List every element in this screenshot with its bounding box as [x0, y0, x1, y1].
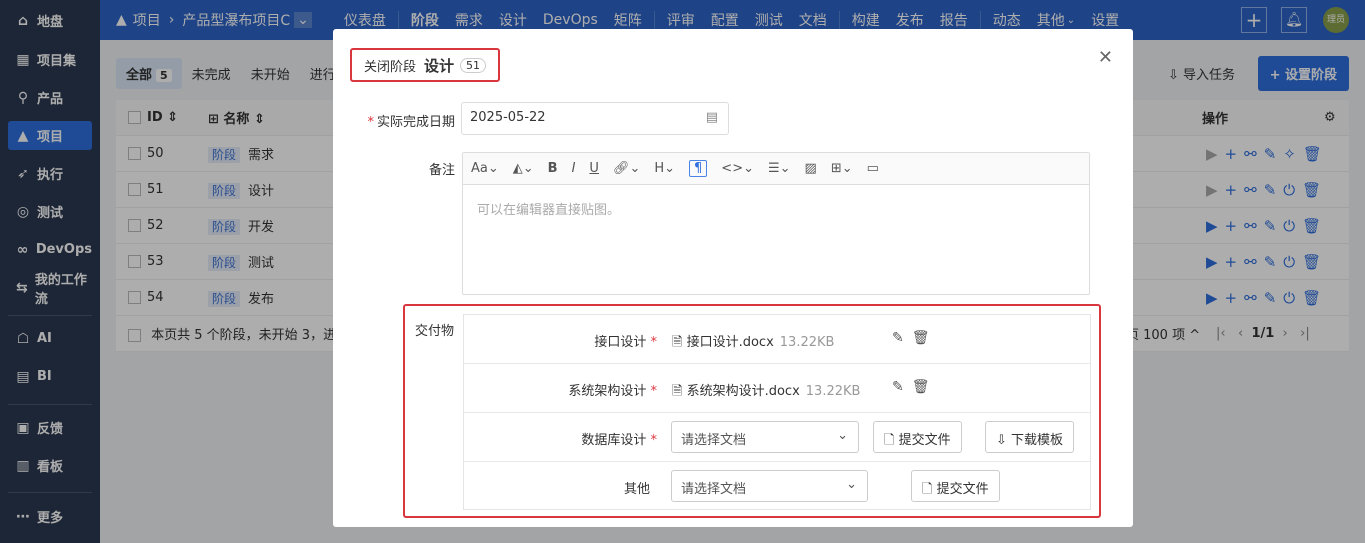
deliverable-row: 其他 请选择文档 ⌄ 🗋 提交文件	[464, 462, 1090, 511]
file-link[interactable]: 接口设计.docx	[687, 335, 774, 350]
image-icon[interactable]: ▨	[805, 161, 817, 176]
edit-icon[interactable]: ✎	[892, 379, 912, 395]
submit-file-button[interactable]: 🗋 提交文件	[873, 421, 962, 453]
document-select[interactable]: 请选择文档 ⌄	[671, 421, 859, 453]
download-icon: ⇩	[996, 433, 1012, 448]
note-label: 备注	[428, 163, 455, 178]
italic-icon[interactable]: I	[572, 161, 576, 176]
trash-icon[interactable]: 🗑︎	[912, 379, 938, 395]
color-icon[interactable]: ◭⌄	[513, 161, 534, 176]
download-template-button[interactable]: ⇩ 下载模板	[985, 421, 1075, 453]
finish-date-input[interactable]: 2025-05-22 ▤	[461, 102, 729, 135]
close-stage-modal: 关闭阶段 设计 51 ✕ * 实际完成日期 2025-05-22 ▤ 备注 Aa⌄ ◭…	[333, 29, 1133, 527]
deliverable-row: 接口设计 * 🗎 接口设计.docx 13.22KB ✎🗑︎	[464, 315, 1090, 364]
file-link[interactable]: 系统架构设计.docx	[687, 384, 800, 399]
code-icon[interactable]: <>⌄	[721, 161, 754, 176]
file-icon: 🗋	[884, 433, 899, 448]
bold-icon[interactable]: B	[548, 161, 558, 176]
link-icon[interactable]: 🔗︎⌄	[613, 161, 640, 176]
underline-icon[interactable]: U	[589, 161, 599, 176]
editor-toolbar: Aa⌄ ◭⌄ B I U 🔗︎⌄ H⌄ ¶ <>⌄ ☰⌄ ▨ ⊞⌄ ▭	[463, 153, 1089, 185]
table-icon[interactable]: ⊞⌄	[831, 161, 853, 176]
fullscreen-icon[interactable]: ▭	[867, 161, 879, 176]
word-file-icon: 🗎	[672, 384, 683, 399]
close-icon[interactable]: ✕	[1098, 47, 1113, 68]
deliverables-label: 交付物	[415, 324, 455, 339]
calendar-icon[interactable]: ▤	[706, 110, 718, 125]
edit-icon[interactable]: ✎	[892, 330, 912, 346]
heading-icon[interactable]: H⌄	[654, 161, 675, 176]
word-file-icon: 🗎	[672, 335, 683, 350]
file-icon: 🗋	[922, 482, 937, 497]
editor-placeholder: 可以在编辑器直接贴图。	[477, 203, 621, 218]
list-icon[interactable]: ☰⌄	[768, 161, 791, 176]
document-select[interactable]: 请选择文档 ⌄	[671, 470, 868, 502]
note-editor[interactable]: Aa⌄ ◭⌄ B I U 🔗︎⌄ H⌄ ¶ <>⌄ ☰⌄ ▨ ⊞⌄ ▭ 可以在编辑器直接贴图。	[462, 152, 1090, 295]
paragraph-icon[interactable]: ¶	[689, 160, 708, 177]
chevron-down-icon: ⌄	[837, 428, 848, 443]
chevron-down-icon: ⌄	[846, 477, 857, 492]
submit-file-button[interactable]: 🗋 提交文件	[911, 470, 1000, 502]
trash-icon[interactable]: 🗑︎	[912, 330, 938, 346]
font-size-icon[interactable]: Aa⌄	[471, 161, 499, 176]
modal-header: 关闭阶段 设计 51	[350, 48, 501, 82]
deliverables-section: 交付物 接口设计 * 🗎 接口设计.docx 13.22KB ✎🗑︎ 系统架构设计…	[403, 304, 1101, 518]
deliverable-row: 系统架构设计 * 🗎 系统架构设计.docx 13.22KB ✎🗑︎	[464, 364, 1090, 413]
date-label: 实际完成日期	[376, 115, 455, 130]
deliverable-row: 数据库设计 * 请选择文档 ⌄ 🗋 提交文件 ⇩ 下载模板	[464, 413, 1090, 462]
